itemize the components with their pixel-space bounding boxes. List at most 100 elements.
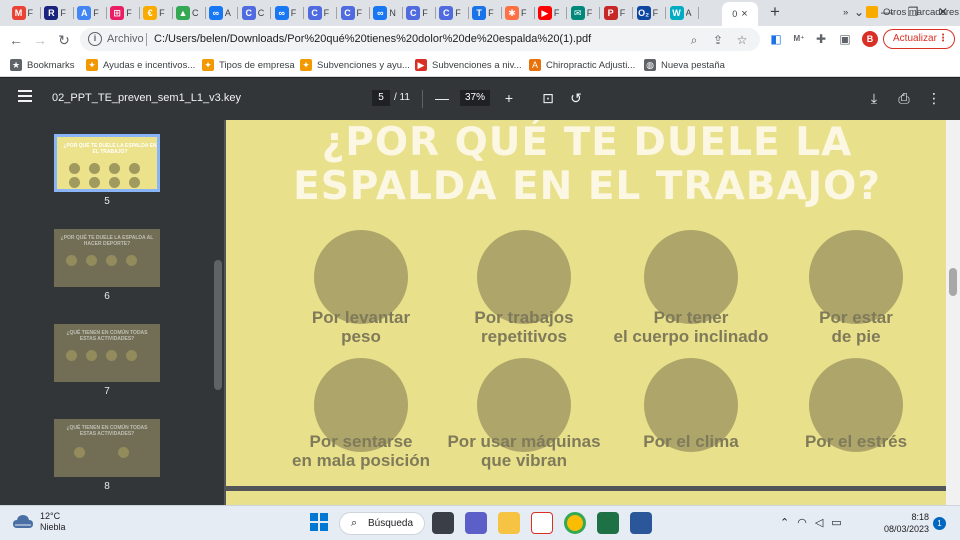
weather-widget[interactable]: 12°C Niebla <box>12 511 66 533</box>
slide-title-line2: ESPALDA EN EL TRABAJO? <box>293 164 881 209</box>
zoom-out-button[interactable]: — <box>432 88 452 108</box>
bookmark-item[interactable]: ✦ Subvenciones y ayu... <box>300 57 410 73</box>
browser-tab[interactable]: ✉ F <box>567 3 598 23</box>
browser-tab[interactable]: € F <box>140 3 171 23</box>
bookmark-item[interactable]: ✦ Tipos de empresa <box>202 57 295 73</box>
sidebar-scrollbar[interactable] <box>212 120 224 505</box>
bookmarks-bar: ★ Bookmarks ✦ Ayudas e incentivos... ✦ Tipos … <box>0 53 960 77</box>
browser-tab[interactable]: CC <box>238 3 269 23</box>
teams-icon[interactable] <box>465 512 487 534</box>
bookmarks-more-button[interactable]: » <box>843 4 848 20</box>
bookmark-icon: ▶ <box>415 59 427 71</box>
viewer-scroll-thumb[interactable] <box>949 268 957 296</box>
word-icon[interactable] <box>630 512 652 534</box>
page-thumbnail[interactable]: ¿POR QUÉ TE DUELE LA ESPALDA AL HACER DE… <box>54 229 160 302</box>
browser-tab[interactable]: ∞ A <box>205 3 236 23</box>
other-bookmarks-folder[interactable]: Otros marcadores <box>866 4 959 20</box>
cause-line1: Por levantar <box>311 308 411 327</box>
browser-tab[interactable]: WA <box>666 3 697 23</box>
notification-badge[interactable]: 1 <box>933 517 946 530</box>
active-tab[interactable]: 0 × <box>722 2 758 26</box>
browser-tab[interactable]: AF <box>74 3 105 23</box>
thumbnail-illustration <box>69 177 80 188</box>
sidebar-scroll-thumb[interactable] <box>214 260 222 390</box>
bookmark-item[interactable]: ★ Bookmarks <box>10 57 75 73</box>
file-explorer-icon[interactable] <box>498 512 520 534</box>
back-button[interactable]: ← <box>6 30 26 50</box>
thumbnail-illustration <box>106 350 117 361</box>
tab-title: F <box>27 8 34 18</box>
pdf-more-icon[interactable]: ⋮ <box>924 88 944 108</box>
thumbnail-illustration <box>66 255 77 266</box>
start-icon[interactable] <box>309 512 331 534</box>
download-icon[interactable]: ⤓ <box>864 88 884 108</box>
clock[interactable]: 8:18 08/03/2023 <box>879 511 929 535</box>
browser-tab[interactable]: TF <box>469 3 500 23</box>
browser-tab[interactable]: O₂ F <box>633 3 664 23</box>
menu-icon[interactable] <box>18 90 32 102</box>
t-icon: T <box>472 6 487 20</box>
browser-tab[interactable]: RF <box>41 3 72 23</box>
side-panel-icon[interactable]: ▣ <box>836 30 854 48</box>
tray-chevron-icon[interactable]: ⌃ <box>780 516 789 529</box>
site-info-icon[interactable]: i <box>88 32 102 46</box>
taskbar-search[interactable]: ⌕ Búsqueda <box>339 512 425 535</box>
browser-tab[interactable]: CF <box>403 3 434 23</box>
pdf-page: ¿POR QUÉ TE DUELE LA ESPALDA EN EL TRABA… <box>226 120 948 486</box>
volume-icon[interactable]: ◁ <box>815 516 823 529</box>
app-icon[interactable] <box>531 512 553 534</box>
bookmark-item[interactable]: ▶ Subvenciones a niv... <box>415 57 522 73</box>
reload-button[interactable]: ↻ <box>54 30 74 50</box>
share-icon[interactable]: ⇪ <box>710 32 726 48</box>
browser-tab[interactable]: ▲ C <box>173 3 204 23</box>
extensions-puzzle-icon[interactable]: ✚ <box>812 30 830 48</box>
browser-tab[interactable]: ∞ F <box>271 3 302 23</box>
youtube-icon: ▶ <box>537 6 552 20</box>
browser-tab[interactable]: ⊞ F <box>107 3 138 23</box>
battery-icon[interactable]: ▭ <box>831 516 841 529</box>
address-url[interactable]: C:/Users/belen/Downloads/Por%20qué%20tie… <box>154 33 591 45</box>
chrome-icon[interactable] <box>564 512 586 534</box>
bookmark-item[interactable]: ✦ Ayudas e incentivos... <box>86 57 195 73</box>
cause-line2: en mala posición <box>292 451 430 470</box>
drive-icon: ▲ <box>176 6 190 20</box>
extension-m-icon[interactable]: M⁺ <box>790 30 808 48</box>
toolbar-divider <box>422 90 423 108</box>
browser-tab[interactable]: PF <box>600 3 631 23</box>
bookmark-item[interactable]: ◍ Nueva pestaña <box>644 57 725 73</box>
zoom-icon[interactable]: ⌕ <box>686 32 702 48</box>
zoom-in-button[interactable]: + <box>499 88 519 108</box>
page-thumbnail[interactable]: ¿QUÉ TIENEN EN COMÚN TODAS ESTAS ACTIVID… <box>54 419 160 492</box>
zoom-input[interactable]: 37% <box>460 90 490 106</box>
close-tab-icon[interactable]: × <box>741 8 747 20</box>
browser-tab[interactable]: MF <box>8 3 39 23</box>
browser-tab[interactable]: CF <box>337 3 368 23</box>
browser-tab[interactable]: ▶ F <box>534 3 565 23</box>
more-menu-icon[interactable]: ⋮ <box>938 30 948 48</box>
browser-tab[interactable]: CF <box>436 3 467 23</box>
excel-icon[interactable] <box>597 512 619 534</box>
bookmark-item[interactable]: A Chiropractic Adjusti... <box>529 57 635 73</box>
page-thumbnail[interactable]: ¿QUÉ TIENEN EN COMÚN TODAS ESTAS ACTIVID… <box>54 324 160 397</box>
task-view-icon[interactable] <box>432 512 454 534</box>
new-tab-button[interactable]: + <box>766 3 784 21</box>
fit-page-icon[interactable]: ⊡ <box>538 88 558 108</box>
thumbnail-illustration <box>129 163 140 174</box>
browser-tab[interactable]: ✱ F <box>502 3 533 23</box>
address-bar[interactable]: i Archivo C:/Users/belen/Downloads/Por%2… <box>80 28 760 51</box>
forward-button[interactable]: → <box>30 30 50 50</box>
viewer-scrollbar[interactable] <box>946 120 960 505</box>
print-icon[interactable]: ⎙ <box>894 88 914 108</box>
browser-tab[interactable]: ∞ N <box>370 3 401 23</box>
browser-tab[interactable]: CF <box>304 3 335 23</box>
thumbnail-title: ¿POR QUÉ TE DUELE LA ESPALDA AL HACER DE… <box>60 235 154 247</box>
page-number-input[interactable]: 5 <box>372 90 390 106</box>
rotate-icon[interactable]: ↺ <box>566 88 586 108</box>
star-icon[interactable]: ☆ <box>734 32 750 48</box>
profile-avatar[interactable]: B <box>862 31 878 47</box>
wifi-icon[interactable]: ◠ <box>797 516 807 529</box>
tab-title: F <box>553 8 560 18</box>
update-button[interactable]: Actualizar ⋮ <box>883 29 955 49</box>
extension-icon[interactable]: ◧ <box>767 30 785 48</box>
page-thumbnail[interactable]: ¿POR QUÉ TE DUELE LA ESPALDA EN EL TRABA… <box>54 134 160 207</box>
